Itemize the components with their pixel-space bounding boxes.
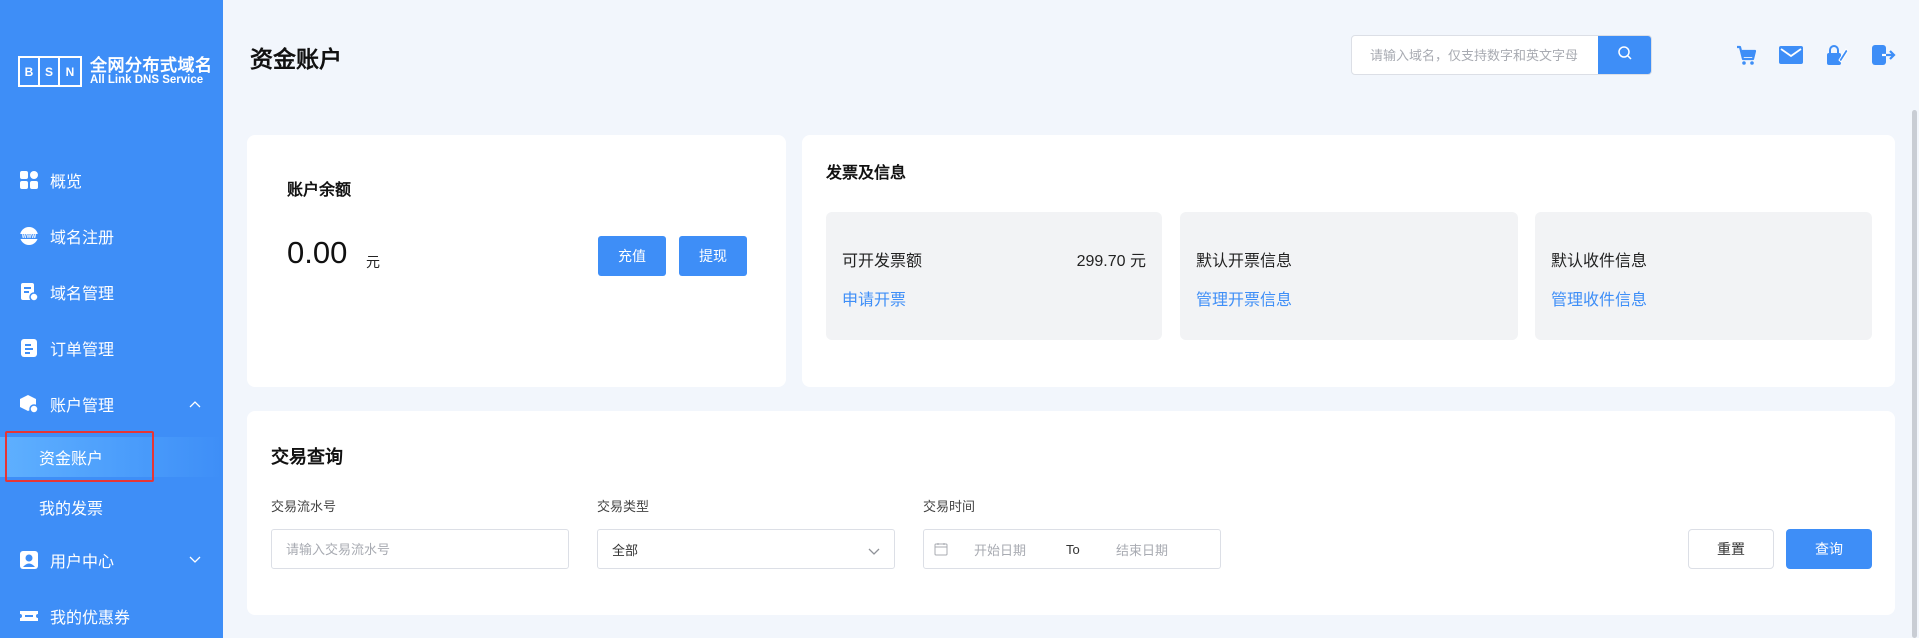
svg-text:WWW: WWW: [22, 234, 36, 240]
logo-letter: B: [20, 58, 40, 85]
reset-button[interactable]: 重置: [1688, 529, 1774, 569]
balance-title: 账户余额: [287, 182, 352, 199]
invoice-title: 发票及信息: [826, 165, 907, 182]
manage-invoice-info-link[interactable]: 管理开票信息: [1196, 286, 1292, 310]
sidebar-item-label: 订单管理: [50, 342, 115, 359]
invoice-amount-value: 299.70 元: [1076, 253, 1146, 270]
edit-lock-icon[interactable]: [1824, 42, 1850, 68]
date-range-separator: To: [1066, 541, 1080, 557]
logo[interactable]: B S N 全网分布式域名 All Link DNS Service: [18, 56, 213, 87]
page-title: 资金账户: [250, 46, 342, 72]
default-invoice-info-box: 默认开票信息 管理开票信息: [1180, 212, 1518, 340]
chevron-up-icon: [189, 397, 201, 411]
balance-card: 账户余额 0.00 元 充值 提现: [247, 135, 786, 387]
coupon-icon: [19, 606, 39, 626]
logo-letter: S: [40, 58, 60, 85]
invoice-amount-label: 可开发票额: [842, 253, 923, 270]
sidebar-item-orders[interactable]: 订单管理: [0, 328, 223, 368]
transaction-query-title: 交易查询: [271, 447, 343, 467]
balance-unit: 元: [366, 254, 380, 270]
transaction-type-label: 交易类型: [597, 499, 650, 514]
chevron-down-icon: [189, 553, 201, 567]
apply-invoice-link[interactable]: 申请开票: [842, 286, 906, 310]
serial-number-label: 交易流水号: [271, 499, 337, 514]
sidebar-item-label: 域名管理: [50, 286, 115, 303]
chevron-down-icon: [868, 544, 880, 559]
search-button[interactable]: [1598, 36, 1651, 74]
sidebar-item-label: 我的优惠券: [50, 610, 131, 627]
sidebar-subitem-label: 我的发票: [39, 501, 104, 518]
sidebar-item-label: 用户中心: [50, 554, 115, 571]
sidebar-subitem-fund-account[interactable]: 资金账户: [0, 437, 223, 477]
sidebar-item-domain-register[interactable]: WWW 域名注册: [0, 216, 223, 256]
transaction-type-value: 全部: [612, 542, 639, 558]
account-icon: [19, 394, 39, 414]
sidebar-item-user-center[interactable]: 用户中心: [0, 540, 223, 580]
withdraw-button[interactable]: 提现: [679, 236, 747, 276]
grid-icon: [19, 170, 39, 190]
user-icon: [19, 550, 39, 570]
transaction-query-card: 交易查询 交易流水号 交易类型 全部 交易时间 开始日期 To 结束日期 重置 …: [247, 411, 1895, 615]
balance-amount: 0.00: [287, 235, 348, 270]
search-icon: [1617, 45, 1633, 66]
sidebar-item-label: 概览: [50, 174, 83, 191]
sidebar-subitem-my-invoices[interactable]: 我的发票: [0, 487, 223, 527]
transaction-time-label: 交易时间: [923, 499, 976, 514]
end-date-input[interactable]: 结束日期: [1116, 540, 1168, 559]
sidebar-item-label: 账户管理: [50, 398, 115, 415]
date-range-picker[interactable]: 开始日期 To 结束日期: [923, 529, 1221, 569]
logo-letter: N: [65, 64, 75, 79]
serial-number-input[interactable]: [272, 530, 568, 568]
www-icon: WWW: [19, 226, 39, 246]
recharge-button[interactable]: 充值: [598, 236, 666, 276]
sidebar-item-label: 域名注册: [50, 230, 115, 247]
mail-icon[interactable]: [1778, 42, 1804, 68]
logo-mark: B S N: [18, 56, 82, 87]
transaction-type-select[interactable]: 全部: [597, 529, 895, 569]
order-icon: [19, 338, 39, 358]
logout-icon[interactable]: [1870, 42, 1896, 68]
manage-recipient-info-link[interactable]: 管理收件信息: [1551, 286, 1647, 310]
sidebar-item-account[interactable]: 账户管理: [0, 384, 223, 424]
default-invoice-info-label: 默认开票信息: [1196, 253, 1293, 270]
calendar-icon: [934, 542, 948, 559]
logo-subtitle: All Link DNS Service: [90, 74, 204, 87]
sidebar-item-coupons[interactable]: 我的优惠券: [0, 596, 223, 636]
scrollbar[interactable]: [1912, 110, 1917, 638]
sidebar-item-overview[interactable]: 概览: [0, 160, 223, 200]
sidebar-item-domain-manage[interactable]: 域名管理: [0, 272, 223, 312]
serial-number-field: [271, 529, 569, 569]
sidebar: B S N 全网分布式域名 All Link DNS Service 概览 WW…: [0, 0, 223, 638]
start-date-input[interactable]: 开始日期: [974, 540, 1026, 559]
invoice-card: 发票及信息 可开发票额 299.70 元 申请开票 默认开票信息 管理开票信息 …: [802, 135, 1895, 387]
domain-manage-icon: [19, 282, 39, 302]
default-recipient-info-box: 默认收件信息 管理收件信息: [1535, 212, 1872, 340]
search-input[interactable]: [1352, 36, 1598, 74]
sidebar-subitem-label: 资金账户: [39, 451, 104, 468]
default-recipient-info-label: 默认收件信息: [1551, 253, 1648, 270]
logo-title: 全网分布式域名: [90, 55, 213, 75]
domain-search: [1351, 35, 1652, 75]
cart-icon[interactable]: [1733, 42, 1759, 68]
invoice-amount-box: 可开发票额 299.70 元 申请开票: [826, 212, 1162, 340]
query-button[interactable]: 查询: [1786, 529, 1872, 569]
